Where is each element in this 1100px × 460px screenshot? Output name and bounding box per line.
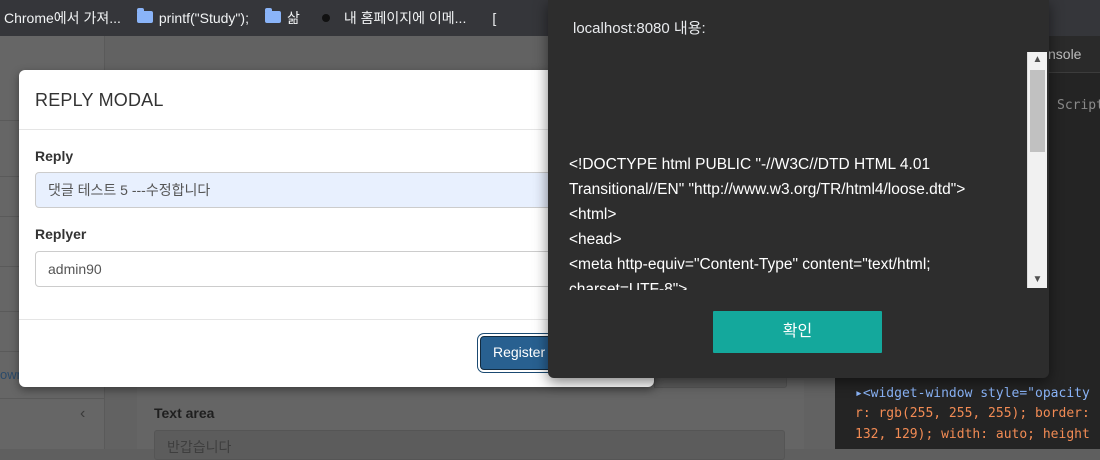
bookmark-item[interactable]: Chrome에서 가져... [4, 8, 121, 28]
scroll-up-icon[interactable]: ▲ [1028, 52, 1047, 68]
code-line: 132, 129); width: auto; height [855, 427, 1090, 442]
bookmark-label: printf("Study"); [158, 10, 249, 26]
alert-message-line: <!DOCTYPE html PUBLIC "-//W3C//DTD HTML … [569, 156, 931, 173]
code-line: r: rgb(255, 255, 255); border: [855, 406, 1090, 421]
code-line[interactable]: ▸<widget-window style="opacity [855, 386, 1100, 401]
site-dot-icon [321, 14, 330, 22]
bookmark-label: 내 홈페이지에 이메... [343, 10, 467, 26]
reply-input[interactable]: 댓글 테스트 5 ---수정합니다 [35, 172, 595, 208]
textarea-label: Text area [154, 405, 215, 421]
bookmark-item[interactable]: 삶 [264, 8, 300, 28]
tab-console[interactable]: nsole [1048, 46, 1081, 62]
alert-dialog: localhost:8080 내용: <!DOCTYPE html PUBLIC… [548, 0, 1049, 378]
bookmark-label: [ [492, 10, 497, 26]
alert-message-line: Transitional//EN" "http://www.w3.org/TR/… [569, 181, 966, 198]
scroll-down-icon[interactable]: ▼ [1028, 272, 1047, 288]
bookmark-item[interactable]: 내 홈페이지에 이메... [316, 8, 467, 28]
alert-message: <!DOCTYPE html PUBLIC "-//W3C//DTD HTML … [569, 152, 1029, 290]
alert-message-line: <html> [569, 206, 617, 223]
scrollbar-thumb[interactable] [1030, 70, 1045, 152]
replyer-input[interactable]: admin90 [35, 251, 595, 287]
reply-label: Reply [35, 148, 74, 164]
alert-message-area[interactable]: <!DOCTYPE html PUBLIC "-//W3C//DTD HTML … [548, 52, 1048, 290]
confirm-button[interactable]: 확인 [713, 311, 882, 353]
bookmark-label: Chrome에서 가져... [4, 10, 121, 26]
folder-icon [136, 8, 153, 23]
bookmark-item[interactable]: [ [492, 10, 496, 26]
sidebar-divider [0, 398, 104, 399]
alert-message-line: <meta http-equiv="Content-Type" content=… [569, 256, 931, 273]
alert-origin: localhost:8080 내용: [573, 20, 706, 37]
bookmark-label: 삶 [286, 10, 300, 26]
bookmark-item[interactable]: printf("Study"); [136, 8, 249, 26]
folder-icon [264, 8, 281, 23]
replyer-label: Replyer [35, 226, 87, 242]
alert-message-line: charset=UTF-8"> [569, 281, 688, 290]
chevron-left-icon[interactable]: ‹ [80, 405, 85, 423]
devtools-script-label: Script [1057, 98, 1100, 113]
alert-scrollbar[interactable]: ▲ ▼ [1027, 52, 1047, 288]
textarea-field[interactable]: 반갑습니다 [154, 430, 785, 460]
alert-message-line: <head> [569, 231, 622, 248]
modal-title: REPLY MODAL [35, 90, 164, 110]
